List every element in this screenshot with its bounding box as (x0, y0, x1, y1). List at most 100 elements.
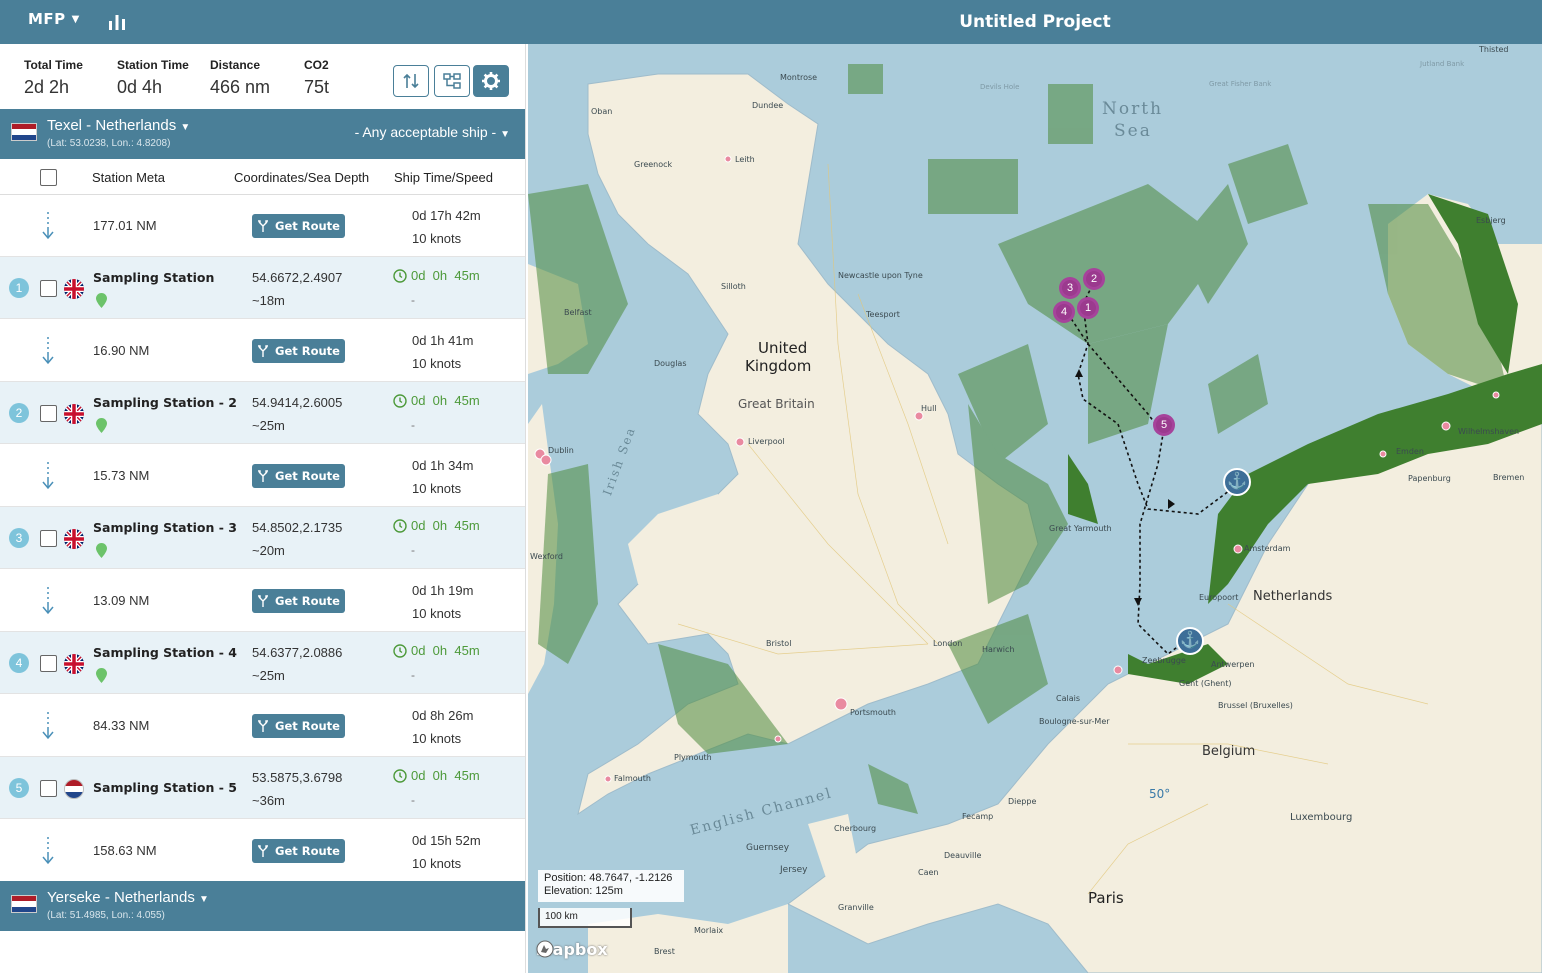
location-pin-icon (96, 668, 107, 683)
origin-port-select[interactable]: Texel - Netherlands ▼ (47, 117, 190, 134)
destination-port-select[interactable]: Yerseke - Netherlands ▼ (47, 889, 209, 906)
station-checkbox[interactable] (40, 280, 57, 297)
map-label: Gent (Ghent) (1179, 679, 1232, 688)
station-marker[interactable]: 1 (1077, 297, 1099, 319)
station-time[interactable]: 0d 0h 45m (393, 643, 480, 658)
leg-speed: 10 knots (412, 856, 462, 871)
distance-stat: Distance 466 nm (210, 58, 270, 98)
station-time-value: 0d 4h (117, 77, 163, 97)
station-extra: - (411, 293, 415, 307)
station-time-value: 0d 0h 45m (411, 518, 480, 533)
uk-flag-icon (64, 279, 84, 299)
station-row[interactable]: 5 Sampling Station - 5 53.5875,3.6798 ~3… (0, 757, 525, 819)
get-route-button[interactable]: Get Route (252, 464, 345, 488)
leg-speed: 10 knots (412, 606, 462, 621)
leg-time: 0d 15h 52m (412, 833, 481, 848)
station-extra: - (411, 793, 415, 807)
station-checkbox[interactable] (40, 655, 57, 672)
project-title[interactable]: Untitled Project (528, 0, 1542, 44)
get-route-button[interactable]: Get Route (252, 839, 345, 863)
map-label: Newcastle upon Tyne (838, 271, 923, 280)
leg-distance: 177.01 NM (93, 218, 157, 233)
co2-label: CO2 (304, 58, 329, 72)
station-depth: ~25m (252, 418, 285, 433)
route-panel: Total Time 2d 2h Station Time 0d 4h Dist… (0, 44, 526, 973)
get-route-label: Get Route (275, 219, 340, 233)
map-label: Teesport (866, 310, 900, 319)
station-extra: - (411, 418, 415, 432)
map-label: London (933, 639, 963, 648)
map-label: Wilhelmshaven (1458, 427, 1520, 436)
station-row[interactable]: 1 Sampling Station 54.6672,2.4907 ~18m 0… (0, 257, 525, 319)
bar-chart-icon[interactable] (107, 12, 127, 32)
station-time[interactable]: 0d 0h 45m (393, 393, 480, 408)
map-label: Brussel (Bruxelles) (1218, 701, 1293, 710)
station-name: Sampling Station - 4 (93, 645, 237, 660)
map-label: Guernsey (746, 843, 790, 853)
map-label: Silloth (721, 282, 746, 291)
station-coords: 54.8502,2.1735 (252, 520, 343, 535)
station-row[interactable]: 2 Sampling Station - 2 54.9414,2.6005 ~2… (0, 382, 525, 444)
station-marker[interactable]: 5 (1153, 414, 1175, 436)
map-label: Jersey (780, 865, 808, 875)
app-logo-menu[interactable]: MFP ▼ (28, 10, 80, 28)
get-route-button[interactable]: Get Route (252, 589, 345, 613)
map-label: North (1102, 99, 1164, 119)
distance-value: 466 nm (210, 77, 271, 97)
settings-button[interactable] (473, 65, 509, 97)
station-row[interactable]: 3 Sampling Station - 3 54.8502,2.1735 ~2… (0, 507, 525, 569)
map-label: Belfast (564, 308, 592, 317)
station-coords: 54.6377,2.0886 (252, 645, 343, 660)
map-label: Luxembourg (1290, 812, 1353, 823)
trip-summary: Total Time 2d 2h Station Time 0d 4h Dist… (0, 44, 525, 109)
station-time-label: Station Time (117, 58, 189, 72)
leg-time: 0d 1h 34m (412, 458, 474, 473)
mapbox-attribution[interactable]: mapbox (536, 940, 608, 959)
station-row[interactable]: 4 Sampling Station - 4 54.6377,2.0886 ~2… (0, 632, 525, 694)
origin-port-coords: (Lat: 53.0238, Lon.: 4.8208) (47, 138, 171, 149)
leg-arrow-icon (42, 212, 54, 240)
tree-view-button[interactable] (434, 65, 470, 97)
route-icon (258, 720, 268, 732)
station-time[interactable]: 0d 0h 45m (393, 518, 480, 533)
leg-arrow-icon (42, 837, 54, 865)
station-time[interactable]: 0d 0h 45m (393, 768, 480, 783)
map-label: Leith (735, 155, 755, 164)
get-route-button[interactable]: Get Route (252, 714, 345, 738)
reorder-button[interactable] (393, 65, 429, 97)
route-icon (258, 220, 268, 232)
cursor-position: Position: 48.7647, -1.2126 (544, 872, 673, 884)
ship-select[interactable]: - Any acceptable ship - ▼ (355, 124, 510, 140)
map-label: Liverpool (748, 437, 785, 446)
uk-flag-icon (64, 404, 84, 424)
station-time-stat: Station Time 0d 4h (117, 58, 189, 98)
station-time-value: 0d 0h 45m (411, 393, 480, 408)
anchor-icon[interactable]: ⚓ (1223, 468, 1251, 496)
map-label: Portsmouth (850, 708, 896, 717)
station-time[interactable]: 0d 0h 45m (393, 268, 480, 283)
map-label: Europoort (1199, 593, 1239, 602)
station-checkbox[interactable] (40, 530, 57, 547)
route-icon (258, 345, 268, 357)
station-checkbox[interactable] (40, 405, 57, 422)
map-view[interactable]: North Sea United Kingdom Great Britain I… (528, 44, 1542, 973)
map-label: Boulogne-sur-Mer (1039, 717, 1110, 726)
station-marker[interactable]: 3 (1059, 277, 1081, 299)
location-pin-icon (96, 418, 107, 433)
get-route-button[interactable]: Get Route (252, 214, 345, 238)
leg-time: 0d 17h 42m (412, 208, 481, 223)
select-all-checkbox[interactable] (40, 169, 57, 186)
chevron-down-icon: ▼ (71, 13, 80, 25)
cursor-elevation: Elevation: 125m (544, 885, 623, 897)
station-marker[interactable]: 2 (1083, 268, 1105, 290)
station-marker[interactable]: 4 (1053, 301, 1075, 323)
map-label: Emden (1396, 447, 1424, 456)
location-pin-icon (96, 543, 107, 558)
netherlands-flag-icon (11, 123, 37, 141)
get-route-button[interactable]: Get Route (252, 339, 345, 363)
anchor-icon[interactable]: ⚓ (1176, 627, 1204, 655)
leg-speed: 10 knots (412, 356, 462, 371)
route-icon (258, 845, 268, 857)
station-checkbox[interactable] (40, 780, 57, 797)
leg-arrow-icon (42, 712, 54, 740)
